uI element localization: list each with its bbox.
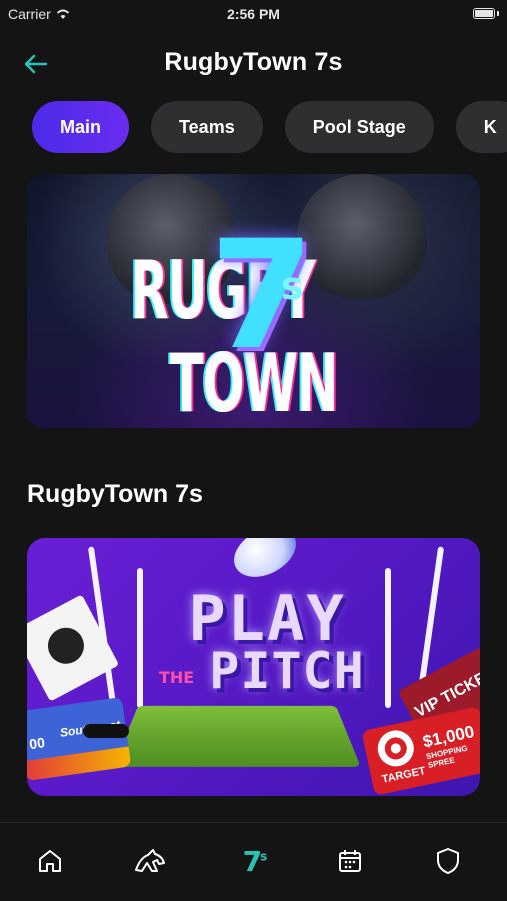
promo-banner[interactable]: PLAY THE PITCH 00 Southwest VIP TICKETS … (27, 538, 480, 796)
sevens-logo-number: 7 (242, 844, 263, 878)
tab-more[interactable]: K (455, 101, 507, 153)
nav-header: RugbyTown 7s (0, 40, 507, 86)
tab-bar-sevens[interactable]: 7s (234, 841, 274, 881)
section-title: RugbyTown 7s (27, 480, 203, 508)
sevens-logo-icon: 7s (242, 844, 268, 878)
battery-nub (497, 11, 499, 16)
horse-icon (135, 849, 165, 872)
target-word: TARGET (380, 764, 427, 786)
gift-card-image: 00 Southwest (27, 696, 132, 782)
segment-tabs: Main Teams Pool Stage K (32, 101, 507, 153)
hero-banner[interactable]: RUGBYTOWN 7 s (27, 174, 480, 428)
rugby-ball-icon (225, 538, 305, 587)
target-logo-icon (374, 727, 418, 770)
target-card-image: TARGET $1,000 SHOPPING SPREE (361, 706, 480, 796)
goal-post-mid-left (137, 568, 143, 708)
pitch-field (113, 705, 361, 767)
sunglasses-image (83, 724, 129, 738)
home-icon (39, 850, 61, 872)
tab-main[interactable]: Main (32, 101, 130, 153)
wordmark-s: s (281, 264, 304, 308)
gift-stripe (27, 746, 132, 782)
battery-icon (473, 8, 495, 19)
tab-teams[interactable]: Teams (151, 101, 263, 153)
tab-bar-shield[interactable] (428, 841, 468, 881)
bottom-tab-bar: 7s (0, 822, 507, 901)
tab-bar-home[interactable] (30, 841, 70, 881)
calendar-icon (339, 850, 361, 872)
sevens-logo-sup: s (260, 849, 267, 864)
promo-pitch: PITCH (209, 642, 365, 700)
clock: 2:56 PM (227, 6, 280, 22)
shield-icon (437, 848, 459, 874)
status-bar: Carrier 2:56 PM (0, 0, 507, 30)
game-console-image (27, 594, 120, 702)
tab-bar-racing[interactable] (130, 841, 170, 881)
tab-bar-calendar[interactable] (330, 841, 370, 881)
gift-amount: 00 (28, 734, 46, 753)
page-title: RugbyTown 7s (164, 48, 343, 76)
tab-pool-stage[interactable]: Pool Stage (284, 101, 434, 153)
